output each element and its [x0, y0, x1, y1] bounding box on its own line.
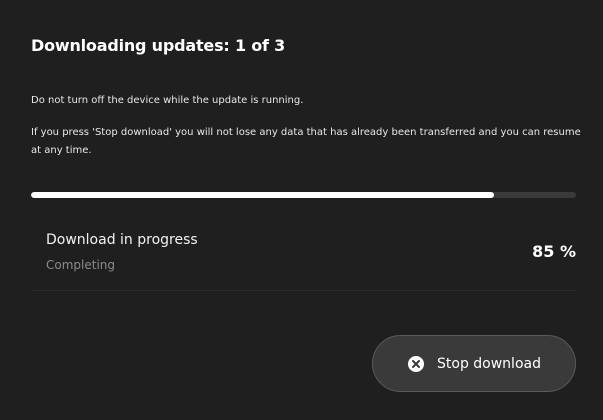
progress-percent: 85 %: [532, 242, 576, 261]
status-label: Download in progress: [46, 232, 198, 248]
update-dialog: Downloading updates: 1 of 3 Do not turn …: [0, 0, 603, 420]
warning-note: Do not turn off the device while the upd…: [31, 95, 304, 106]
divider: [31, 290, 576, 291]
progress-fill: [31, 192, 495, 198]
status-sublabel: Completing: [46, 258, 116, 272]
stop-download-button[interactable]: Stop download: [372, 335, 576, 392]
stop-info-note: If you press 'Stop download' you will no…: [31, 127, 581, 156]
progress-bar: [31, 192, 576, 198]
close-circle-icon: [407, 355, 425, 373]
dialog-title: Downloading updates: 1 of 3: [31, 36, 286, 55]
stop-download-label: Stop download: [437, 355, 541, 372]
